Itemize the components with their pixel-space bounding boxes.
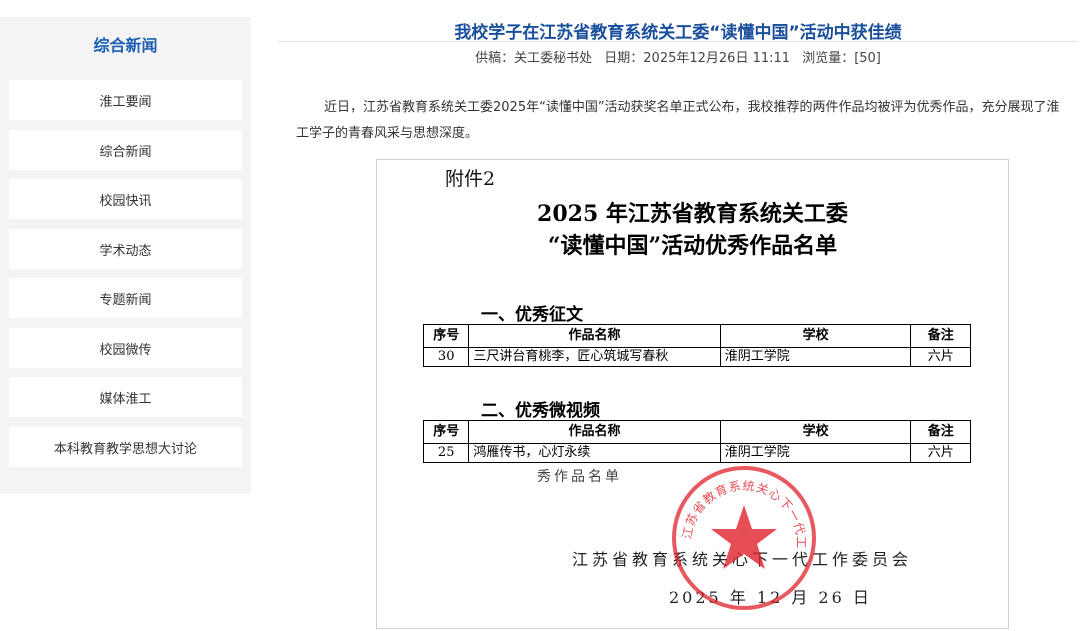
award-list-document: 附件2 2025 年江苏省教育系统关工委 “读懂中国”活动优秀作品名单 一、优秀… xyxy=(376,159,1009,629)
sidebar: 综合新闻 淮工要闻 综合新闻 校园快讯 学术动态 专题新闻 校园微传 媒体淮工 … xyxy=(0,17,251,494)
sidebar-item-label: 校园快讯 xyxy=(99,193,152,209)
article-meta: 供稿：关工委秘书处 日期：2025年12月26日 11:11 浏览量：[50] xyxy=(280,47,1076,66)
sidebar-item-academic[interactable]: 学术动态 xyxy=(9,229,242,269)
col-no: 序号 xyxy=(422,420,470,444)
article-date: 日期：2025年12月26日 11:11 xyxy=(604,51,791,66)
article-source: 供稿：关工委秘书处 xyxy=(475,51,593,66)
table-row: 25 鸿雁传书，心灯永续 淮阴工学院 六片 xyxy=(422,443,971,463)
col-work: 作品名称 xyxy=(468,420,721,444)
sidebar-item-general-news[interactable]: 综合新闻 xyxy=(9,130,242,170)
cell-school: 淮阴工学院 xyxy=(719,347,912,367)
sidebar-item-label: 媒体淮工 xyxy=(99,391,152,407)
cell-note: 六片 xyxy=(910,443,971,463)
sidebar-item-discussion[interactable]: 本科教育教学思想大讨论 xyxy=(9,427,242,467)
section-essays: 一、优秀征文 xyxy=(481,305,583,325)
section-videos: 二、优秀微视频 xyxy=(481,401,600,421)
sidebar-item-campus-micro[interactable]: 校园微传 xyxy=(9,328,242,368)
essay-table: 序号 作品名称 学校 备注 30 三尺讲台育桃李，匠心筑城写春秋 淮阴工学院 六… xyxy=(422,324,971,367)
col-no: 序号 xyxy=(422,324,470,348)
col-school: 学校 xyxy=(719,324,912,348)
cell-no: 30 xyxy=(422,347,470,367)
handwritten-note: 秀作品名单 xyxy=(537,469,622,485)
article-title: 我校学子在江苏省教育系统关工委“读懂中国”活动中获佳绩 xyxy=(454,23,902,43)
table-row: 30 三尺讲台育桃李，匠心筑城写春秋 淮阴工学院 六片 xyxy=(422,347,971,367)
article-views: 浏览量：[50] xyxy=(802,51,881,66)
cell-note: 六片 xyxy=(910,347,971,367)
sidebar-item-media[interactable]: 媒体淮工 xyxy=(9,377,242,417)
official-seal-icon: 江苏省教育系统关心下一代工作委员会 xyxy=(669,463,816,610)
article-body: 近日，江苏省教育系统关工委2025年“读懂中国”活动获奖名单正式公布，我校推荐的… xyxy=(296,100,1060,141)
sidebar-item-label: 淮工要闻 xyxy=(99,94,152,110)
col-note: 备注 xyxy=(910,420,971,444)
attachment-label: 附件2 xyxy=(445,168,496,190)
col-note: 备注 xyxy=(910,324,971,348)
sidebar-item-label: 校园微传 xyxy=(99,342,152,358)
document-heading-line1: 2025 年江苏省教育系统关工委 xyxy=(537,201,848,227)
sidebar-item-label: 本科教育教学思想大讨论 xyxy=(53,441,197,457)
sidebar-item-label: 学术动态 xyxy=(99,243,152,259)
document-heading-line2: “读懂中国”活动优秀作品名单 xyxy=(547,233,838,259)
title-divider xyxy=(278,41,1078,42)
video-table: 序号 作品名称 学校 备注 25 鸿雁传书，心灯永续 淮阴工学院 六片 xyxy=(422,420,971,463)
sidebar-item-label: 综合新闻 xyxy=(99,144,152,160)
sidebar-item-special[interactable]: 专题新闻 xyxy=(9,278,242,318)
sidebar-item-huaigong-news[interactable]: 淮工要闻 xyxy=(9,80,242,120)
col-school: 学校 xyxy=(719,420,912,444)
sidebar-item-label: 专题新闻 xyxy=(99,292,152,308)
cell-work: 鸿雁传书，心灯永续 xyxy=(468,443,721,463)
sidebar-title: 综合新闻 xyxy=(93,36,158,55)
col-work: 作品名称 xyxy=(468,324,721,348)
cell-no: 25 xyxy=(422,443,470,463)
cell-school: 淮阴工学院 xyxy=(719,443,912,463)
sidebar-item-campus-flash[interactable]: 校园快讯 xyxy=(9,179,242,219)
cell-work: 三尺讲台育桃李，匠心筑城写春秋 xyxy=(468,347,721,367)
